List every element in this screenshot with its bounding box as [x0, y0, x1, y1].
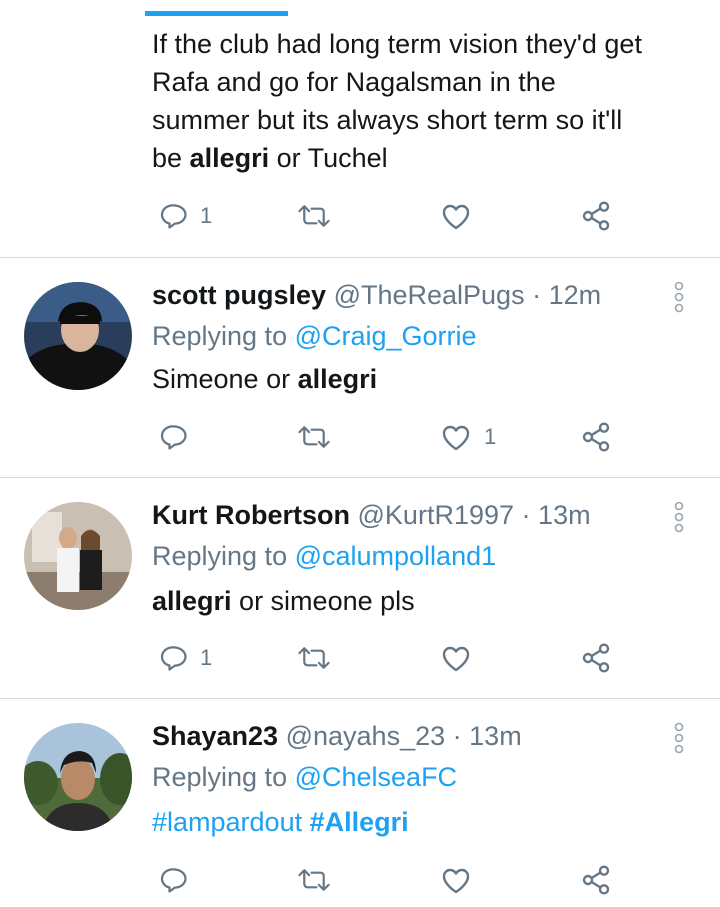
more-vertical-icon	[674, 281, 684, 313]
like-button[interactable]	[440, 638, 484, 678]
reply-icon	[160, 868, 187, 893]
separator-dot: ·	[452, 721, 462, 751]
reply-button[interactable]	[158, 417, 200, 457]
tweet-text: If the club had long term vision they'd …	[152, 29, 642, 173]
like-button[interactable]: 1	[440, 417, 496, 457]
tweet-text: #lampardout #Allegri	[152, 803, 409, 841]
more-options-button[interactable]	[668, 721, 690, 755]
reply-icon	[160, 204, 187, 229]
reply-button[interactable]: 1	[158, 196, 212, 236]
username[interactable]: @TheRealPugs	[334, 280, 525, 310]
more-vertical-icon	[674, 722, 684, 754]
more-options-button[interactable]	[668, 280, 690, 314]
share-icon	[582, 422, 610, 452]
hashtag-link[interactable]: #lampardout	[152, 807, 302, 837]
like-button[interactable]	[440, 860, 484, 900]
retweet-icon	[298, 869, 330, 891]
avatar[interactable]	[24, 723, 132, 831]
replying-to: Replying to @ChelseaFC	[152, 762, 458, 792]
more-vertical-icon	[674, 501, 684, 533]
heart-icon	[442, 868, 470, 894]
replying-to: Replying to @calumpolland1	[152, 541, 497, 571]
timestamp: 13m	[538, 500, 591, 530]
share-icon	[582, 201, 610, 231]
share-button[interactable]	[580, 417, 612, 457]
heart-icon	[442, 646, 470, 672]
more-options-button[interactable]	[668, 500, 690, 534]
share-button[interactable]	[580, 860, 612, 900]
retweet-button[interactable]	[297, 417, 331, 457]
reply-count: 1	[200, 203, 213, 228]
display-name[interactable]: scott pugsley	[152, 280, 326, 310]
display-name[interactable]: Shayan23	[152, 721, 278, 751]
tweet-header: scott pugsley @TheRealPugs · 12m	[152, 275, 601, 315]
reply-button[interactable]: 1	[158, 638, 212, 678]
display-name[interactable]: Kurt Robertson	[152, 500, 350, 530]
retweet-button[interactable]	[297, 860, 331, 900]
mention-link[interactable]: @ChelseaFC	[295, 762, 457, 792]
share-icon	[582, 643, 610, 673]
like-button[interactable]	[440, 196, 484, 236]
reply-button[interactable]	[158, 860, 200, 900]
avatar[interactable]	[24, 502, 132, 610]
retweet-icon	[298, 205, 330, 227]
reply-icon	[160, 646, 187, 671]
hashtag-link[interactable]: #Allegri	[310, 807, 409, 837]
timestamp: 12m	[548, 280, 602, 310]
username[interactable]: @nayahs_23	[286, 721, 446, 751]
share-icon	[582, 865, 610, 895]
divider	[0, 698, 720, 699]
like-count: 1	[484, 424, 497, 449]
reply-icon	[160, 425, 187, 450]
mention-link[interactable]: @calumpolland1	[295, 541, 497, 571]
heart-icon	[442, 425, 470, 451]
timestamp: 13m	[469, 721, 522, 751]
retweet-icon	[298, 647, 330, 669]
scroll-tab-indicator	[145, 11, 288, 16]
tweet-header: Shayan23 @nayahs_23 · 13m	[152, 716, 522, 756]
tweet-header: Kurt Robertson @KurtR1997 · 13m	[152, 495, 591, 535]
mention-link[interactable]: @Craig_Gorrie	[295, 321, 477, 351]
divider	[0, 257, 720, 258]
retweet-icon	[298, 426, 330, 448]
share-button[interactable]	[580, 638, 612, 678]
tweet-text: Simeone or allegri	[152, 364, 378, 394]
heart-icon	[442, 204, 470, 230]
retweet-button[interactable]	[297, 196, 331, 236]
retweet-button[interactable]	[297, 638, 331, 678]
separator-dot: ·	[521, 500, 531, 530]
tweet-text: allegri or simeone pls	[152, 586, 415, 616]
avatar[interactable]	[24, 282, 132, 390]
divider	[0, 477, 720, 478]
share-button[interactable]	[580, 196, 612, 236]
separator-dot: ·	[532, 280, 542, 310]
username[interactable]: @KurtR1997	[358, 500, 515, 530]
replying-to: Replying to @Craig_Gorrie	[152, 321, 477, 351]
reply-count: 1	[200, 645, 213, 670]
